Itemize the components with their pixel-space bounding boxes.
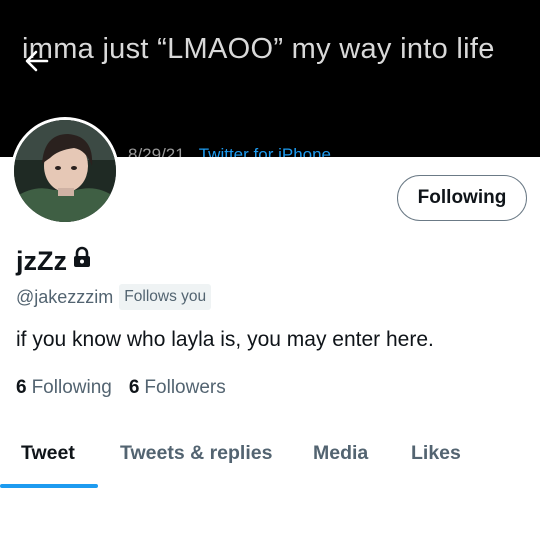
banner-tweet-meta: 8/29/21 Twitter for iPhone bbox=[128, 145, 331, 157]
profile-handle: @jakezzzim bbox=[16, 286, 114, 307]
avatar[interactable] bbox=[11, 117, 119, 225]
tab-tweets-and-replies[interactable]: Tweets & replies bbox=[120, 442, 272, 465]
tab-tweets[interactable]: Tweet bbox=[21, 442, 75, 465]
tab-media[interactable]: Media bbox=[313, 442, 368, 465]
profile-tabs: Tweet Tweets & replies Media Likes bbox=[0, 428, 540, 488]
avatar-image bbox=[14, 120, 116, 222]
back-button[interactable] bbox=[22, 46, 52, 76]
following-button[interactable]: Following bbox=[397, 175, 527, 221]
active-tab-indicator bbox=[0, 484, 98, 488]
banner-tweet-source: Twitter for iPhone bbox=[198, 145, 332, 157]
following-count: 6 bbox=[16, 377, 27, 398]
lock-icon bbox=[72, 244, 92, 275]
followers-count: 6 bbox=[128, 377, 140, 398]
handle-row: @jakezzzim Follows you bbox=[16, 284, 212, 310]
following-stat[interactable]: 6 Following bbox=[16, 377, 112, 399]
profile-stats: 6 Following 6 Followers bbox=[16, 377, 226, 399]
tab-likes[interactable]: Likes bbox=[411, 442, 461, 465]
profile-name-row: jzZz bbox=[16, 246, 92, 277]
profile-bio: if you know who layla is, you may enter … bbox=[16, 328, 434, 351]
banner-tweet-date: 8/29/21 bbox=[128, 145, 185, 157]
followers-stat[interactable]: 6 Followers bbox=[129, 377, 226, 399]
display-name: jzZz bbox=[16, 246, 67, 276]
following-label: Following bbox=[31, 377, 112, 398]
follows-you-badge: Follows you bbox=[119, 284, 212, 310]
banner-tweet-text: imma just “LMAOO” my way into life bbox=[22, 33, 495, 65]
followers-label: Followers bbox=[144, 377, 226, 398]
arrow-left-icon bbox=[25, 50, 49, 72]
